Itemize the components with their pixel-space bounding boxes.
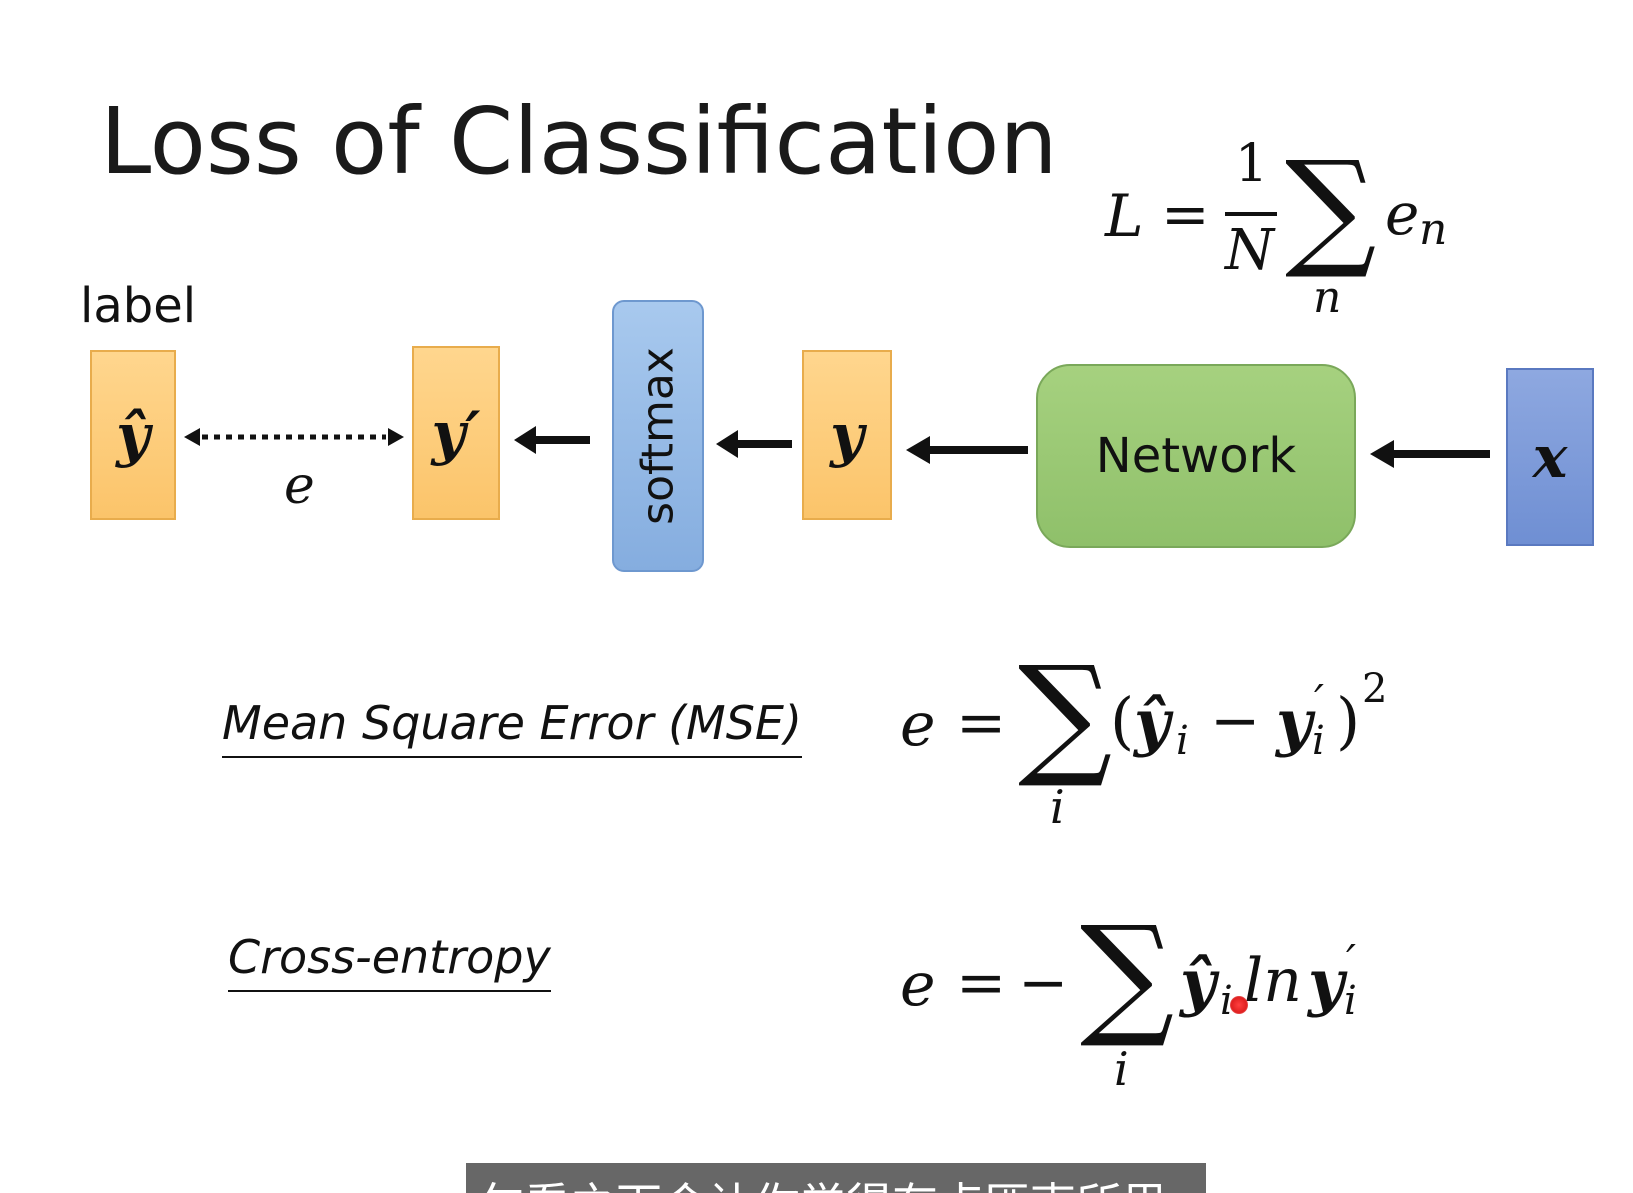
subtitle-bar: 乍看之下会让你觉得有点匪夷所思: [466, 1163, 1206, 1193]
label-box-symbol: ŷ: [116, 401, 150, 469]
ce-neg: −: [1018, 948, 1069, 1018]
mse-equals: =: [956, 688, 1007, 758]
cross-entropy-formula: e = − ∑ i ŷ i ln y ′ i: [900, 898, 1380, 1100]
error-symbol: e: [284, 456, 315, 516]
loss-sigma: ∑: [1285, 134, 1377, 283]
loss-denominator: N: [1225, 218, 1274, 283]
ce-sigma: ∑: [1080, 898, 1175, 1052]
ce-sigma-sub: i: [1114, 1042, 1129, 1096]
loss-numerator: 1: [1235, 134, 1269, 194]
error-double-arrow: [184, 428, 404, 446]
mse-yhat-sub: i: [1176, 718, 1189, 764]
mse-yhat: ŷ: [1134, 686, 1171, 759]
mse-close-paren: ): [1336, 684, 1361, 757]
y-box-symbol: y: [830, 401, 864, 469]
page-title: Loss of Classification: [100, 88, 1058, 195]
arrow-network-to-y: [906, 436, 1028, 464]
ce-ln: ln: [1244, 946, 1302, 1016]
arrow-y-to-softmax: [716, 430, 792, 458]
mse-lhs: e: [900, 690, 936, 760]
ce-y-sub: i: [1344, 978, 1357, 1024]
ce-equals: =: [956, 948, 1007, 1018]
loss-term-sub: n: [1419, 204, 1448, 255]
mse-sigma: ∑: [1018, 638, 1113, 792]
network-box: Network: [1036, 364, 1356, 548]
mse-minus: −: [1210, 686, 1261, 756]
ce-lhs: e: [900, 950, 936, 1020]
mse-y-sub: i: [1312, 718, 1325, 764]
input-box-symbol: x: [1532, 423, 1568, 491]
arrow-input-to-network: [1370, 440, 1490, 468]
loss-lhs: L: [1105, 182, 1144, 250]
softmax-label: softmax: [632, 347, 684, 525]
mse-y: y: [1276, 686, 1313, 759]
loss-equals: =: [1161, 180, 1210, 248]
label-box: ŷ: [90, 350, 176, 520]
label-caption: label: [80, 278, 197, 334]
cross-entropy-label: Cross-entropy: [228, 930, 551, 992]
mse-open-paren: (: [1110, 684, 1135, 757]
loss-fraction-bar: [1225, 212, 1277, 216]
softmax-box: softmax: [612, 300, 704, 572]
input-box: x: [1506, 368, 1594, 546]
network-label: Network: [1095, 428, 1297, 484]
loss-term: e: [1385, 180, 1420, 248]
y-box: y: [802, 350, 892, 520]
arrow-softmax-to-output: [514, 426, 590, 454]
mse-sigma-sub: i: [1050, 780, 1065, 834]
output-box: y′: [412, 346, 500, 520]
cursor-pointer-dot: [1230, 996, 1248, 1014]
output-box-symbol: y′: [431, 399, 481, 467]
ce-yhat: ŷ: [1180, 946, 1217, 1019]
mse-label: Mean Square Error (MSE): [222, 696, 802, 758]
mse-formula: e = ∑ i ( ŷ i − y ′ i ) 2: [900, 638, 1420, 840]
loss-formula: L = 1 N ∑ n e n: [1105, 134, 1465, 330]
loss-sigma-sub: n: [1313, 272, 1342, 323]
mse-exponent: 2: [1362, 666, 1388, 712]
ce-y: y: [1308, 946, 1345, 1019]
subtitle-text: 乍看之下会让你觉得有点匪夷所思: [478, 1169, 1168, 1193]
